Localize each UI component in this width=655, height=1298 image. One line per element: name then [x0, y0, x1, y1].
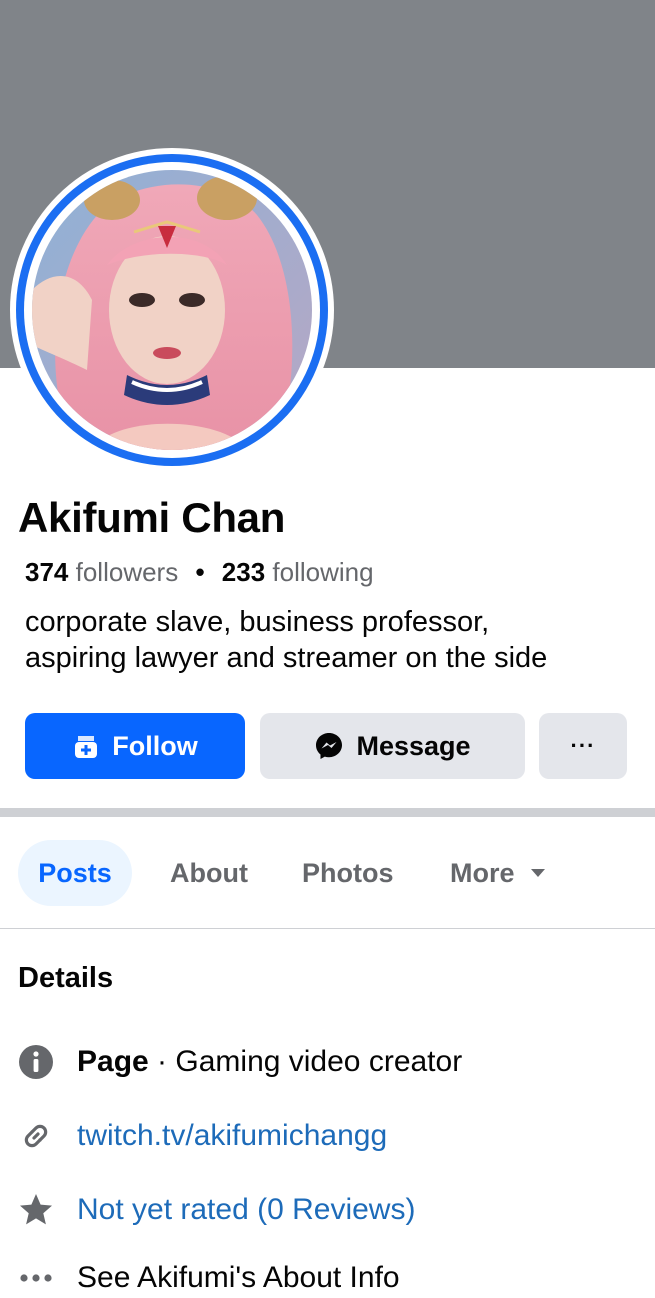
page-label: Page: [77, 1045, 149, 1078]
bio-line: corporate slave, business professor,: [25, 606, 490, 638]
detail-see-about[interactable]: See Akifumi's About Info: [18, 1258, 400, 1298]
tab-posts[interactable]: Posts: [18, 840, 132, 906]
avatar-image: [32, 170, 312, 450]
stats-separator: •: [195, 557, 205, 587]
profile-bio: corporate slave, business professor, asp…: [25, 604, 635, 676]
message-label: Message: [356, 730, 471, 761]
page-separator: ·: [148, 1045, 176, 1078]
rating-link[interactable]: Not yet rated (0 Reviews): [77, 1193, 415, 1227]
followers-label[interactable]: followers: [76, 557, 179, 587]
tab-more-label: More: [450, 857, 515, 888]
follow-stats: 374 followers • 233 following: [25, 556, 374, 588]
messenger-icon: [314, 731, 344, 761]
page-category: Gaming video creator: [175, 1045, 463, 1078]
see-about-label[interactable]: See Akifumi's About Info: [77, 1261, 400, 1295]
following-label[interactable]: following: [272, 557, 373, 587]
star-icon: [18, 1192, 54, 1228]
tabs-divider: [0, 928, 655, 929]
section-divider: [0, 808, 655, 817]
tab-photos[interactable]: Photos: [302, 840, 394, 906]
profile-tabs: Posts About Photos More: [0, 840, 655, 906]
detail-page-category: Page · Gaming video creator: [18, 1042, 462, 1082]
more-options-button[interactable]: ···: [539, 713, 627, 779]
more-options-icon: ···: [570, 733, 596, 758]
dots-icon: [18, 1260, 54, 1296]
info-icon: [18, 1044, 54, 1080]
website-link[interactable]: twitch.tv/akifumichangg: [77, 1119, 387, 1153]
caret-down-icon: [529, 867, 547, 879]
follow-button[interactable]: Follow: [25, 713, 245, 779]
tab-about[interactable]: About: [170, 840, 248, 906]
bio-line: aspiring lawyer and streamer on the side: [25, 642, 548, 674]
detail-website[interactable]: twitch.tv/akifumichangg: [18, 1116, 387, 1156]
tab-more[interactable]: More: [450, 840, 547, 906]
profile-name: Akifumi Chan: [18, 494, 286, 541]
followers-count[interactable]: 374: [25, 557, 68, 587]
detail-rating[interactable]: Not yet rated (0 Reviews): [18, 1190, 415, 1230]
follow-label: Follow: [112, 730, 198, 761]
message-button[interactable]: Message: [260, 713, 525, 779]
details-heading: Details: [18, 962, 114, 994]
following-count[interactable]: 233: [222, 557, 265, 587]
link-icon: [18, 1118, 54, 1154]
add-follow-icon: [72, 732, 100, 760]
avatar[interactable]: [32, 170, 312, 450]
